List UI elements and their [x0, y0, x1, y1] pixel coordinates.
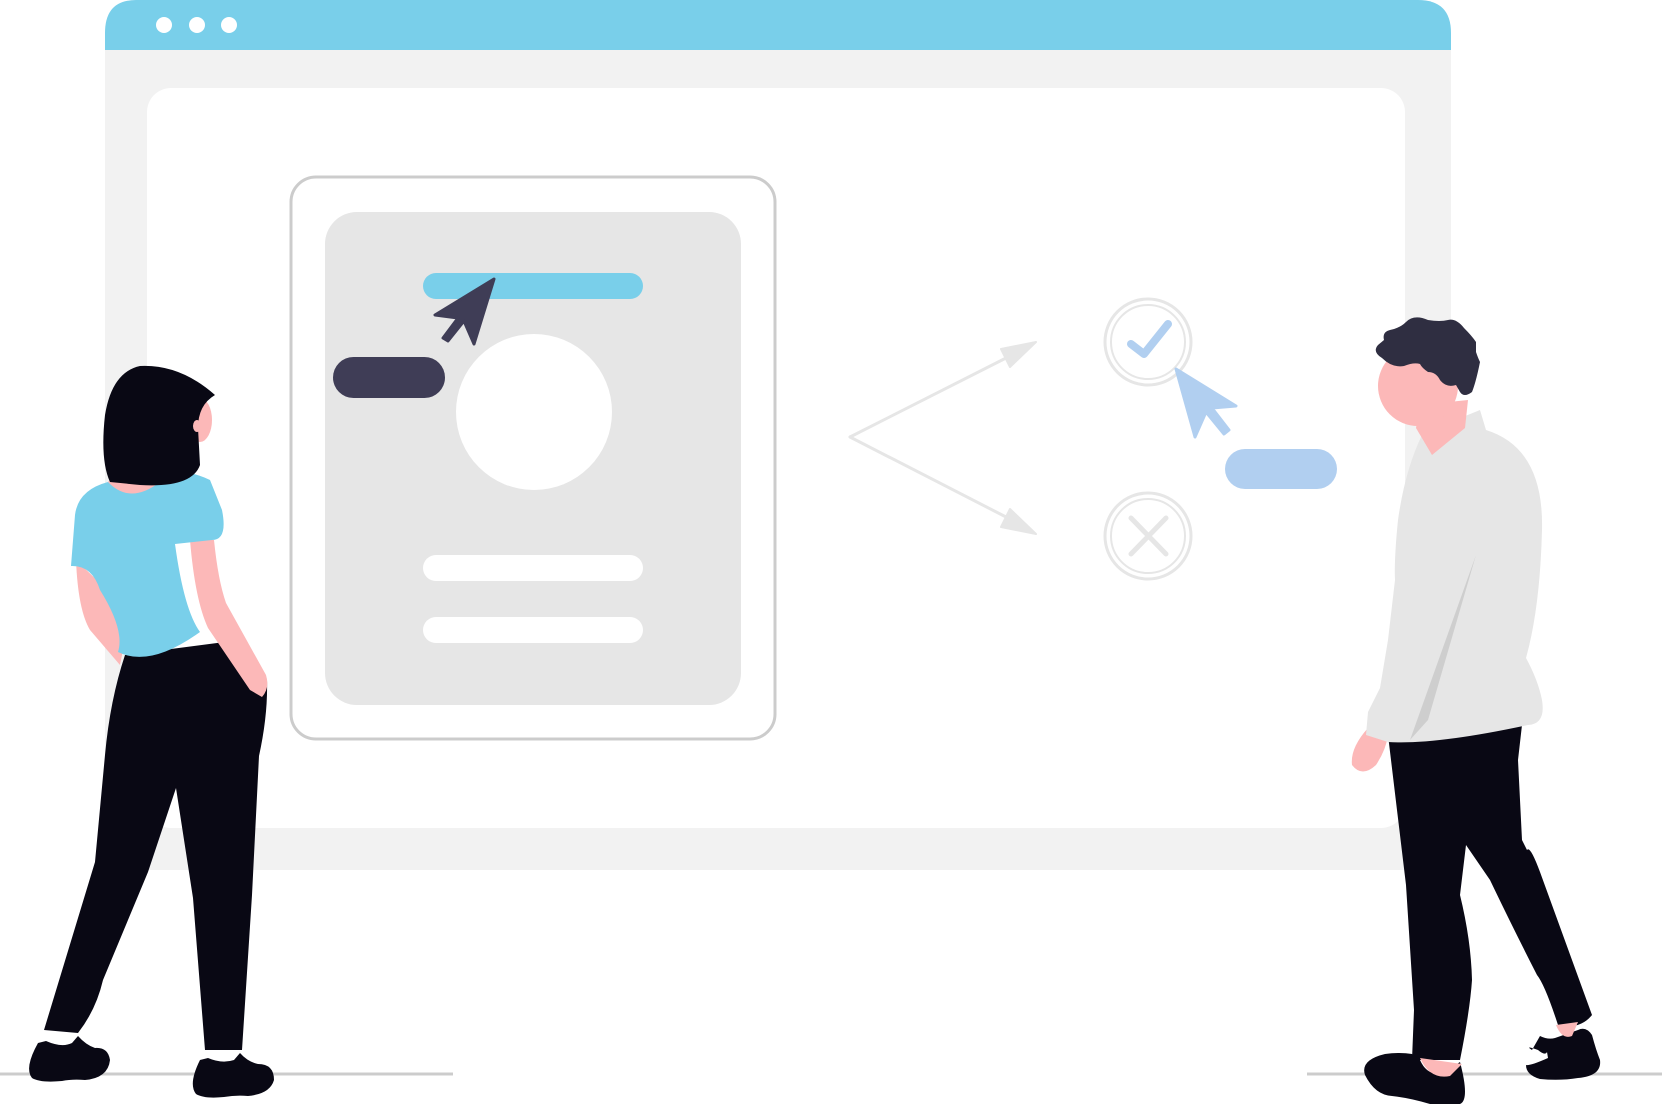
woman-pants — [44, 640, 268, 1050]
man-right-shoe — [1526, 1028, 1601, 1080]
avatar-placeholder — [456, 334, 612, 490]
reject-option[interactable] — [1103, 491, 1193, 581]
dark-button[interactable] — [333, 357, 445, 398]
light-blue-button[interactable] — [1225, 449, 1337, 489]
window-dot-2[interactable] — [189, 17, 205, 33]
man-pants — [1388, 690, 1592, 1060]
woman-left-shoe — [29, 1036, 110, 1082]
text-line-1 — [423, 555, 643, 581]
man-left-shoe — [1364, 1053, 1465, 1104]
text-line-2 — [423, 617, 643, 643]
content-card — [289, 175, 777, 741]
illustration-canvas — [0, 0, 1662, 1105]
woman-right-shoe — [192, 1053, 274, 1098]
woman-ear — [193, 420, 201, 432]
window-title-bar — [105, 0, 1451, 50]
highlight-bar[interactable] — [423, 273, 643, 299]
window-dot-3[interactable] — [221, 17, 237, 33]
window-dot-1[interactable] — [156, 17, 172, 33]
scene — [0, 0, 1662, 1104]
